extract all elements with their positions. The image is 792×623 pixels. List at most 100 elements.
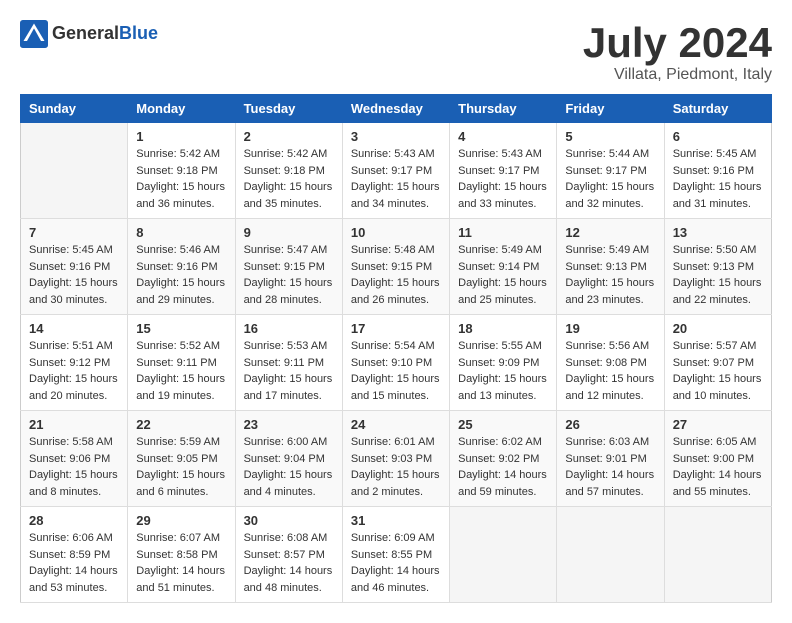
- cell-line: Sunrise: 5:50 AM: [673, 242, 763, 259]
- cell-line: Sunset: 9:09 PM: [458, 355, 548, 372]
- cell-line: Sunrise: 5:43 AM: [351, 146, 441, 163]
- cell-line: Daylight: 15 hours: [351, 467, 441, 484]
- cell-line: Daylight: 15 hours: [136, 179, 226, 196]
- cell-line: Daylight: 15 hours: [244, 275, 334, 292]
- cell-line: Daylight: 15 hours: [351, 371, 441, 388]
- cell-line: and 46 minutes.: [351, 580, 441, 597]
- calendar-cell: 19 Sunrise: 5:56 AMSunset: 9:08 PMDayligh…: [557, 315, 664, 411]
- cell-line: Sunset: 9:04 PM: [244, 451, 334, 468]
- cell-line: Sunset: 9:14 PM: [458, 259, 548, 276]
- header-sunday: Sunday: [21, 95, 128, 123]
- day-number: 18: [458, 321, 548, 336]
- cell-line: Sunrise: 6:08 AM: [244, 530, 334, 547]
- cell-line: Sunset: 9:05 PM: [136, 451, 226, 468]
- day-number: 25: [458, 417, 548, 432]
- cell-line: Sunset: 9:15 PM: [351, 259, 441, 276]
- cell-line: Sunrise: 5:51 AM: [29, 338, 119, 355]
- day-number: 13: [673, 225, 763, 240]
- day-number: 19: [565, 321, 655, 336]
- cell-line: Sunset: 9:18 PM: [244, 163, 334, 180]
- cell-line: and 6 minutes.: [136, 484, 226, 501]
- day-number: 10: [351, 225, 441, 240]
- calendar-cell: 16Sunrise: 5:53 AMSunset: 9:11 PMDayligh…: [235, 315, 342, 411]
- cell-line: and 48 minutes.: [244, 580, 334, 597]
- cell-line: Sunrise: 5:49 AM: [458, 242, 548, 259]
- cell-line: Sunset: 9:12 PM: [29, 355, 119, 372]
- cell-line: Sunrise: 5:44 AM: [565, 146, 655, 163]
- cell-line: Sunrise: 5:56 AM: [565, 338, 655, 355]
- cell-line: Sunset: 9:02 PM: [458, 451, 548, 468]
- cell-line: and 57 minutes.: [565, 484, 655, 501]
- cell-line: Sunset: 9:06 PM: [29, 451, 119, 468]
- cell-line: Daylight: 14 hours: [565, 467, 655, 484]
- day-number: 30: [244, 513, 334, 528]
- cell-line: Sunset: 9:16 PM: [673, 163, 763, 180]
- day-number: 21: [29, 417, 119, 432]
- cell-line: Daylight: 15 hours: [565, 371, 655, 388]
- cell-line: Sunset: 9:18 PM: [136, 163, 226, 180]
- cell-line: and 8 minutes.: [29, 484, 119, 501]
- cell-line: Sunrise: 6:03 AM: [565, 434, 655, 451]
- cell-line: and 10 minutes.: [673, 388, 763, 405]
- week-row-2: 7Sunrise: 5:45 AMSunset: 9:16 PMDaylight…: [21, 219, 772, 315]
- cell-line: and 51 minutes.: [136, 580, 226, 597]
- day-number: 14: [29, 321, 119, 336]
- day-number: 26: [565, 417, 655, 432]
- calendar-cell: 15Sunrise: 5:52 AMSunset: 9:11 PMDayligh…: [128, 315, 235, 411]
- cell-line: Daylight: 15 hours: [351, 179, 441, 196]
- week-row-3: 14Sunrise: 5:51 AMSunset: 9:12 PMDayligh…: [21, 315, 772, 411]
- cell-line: Sunset: 9:15 PM: [244, 259, 334, 276]
- day-number: 12: [565, 225, 655, 240]
- cell-line: Sunrise: 5:57 AM: [673, 338, 763, 355]
- cell-line: and 29 minutes.: [136, 292, 226, 309]
- cell-line: Sunset: 9:08 PM: [565, 355, 655, 372]
- calendar-cell: 11Sunrise: 5:49 AMSunset: 9:14 PMDayligh…: [450, 219, 557, 315]
- cell-line: Sunrise: 5:49 AM: [565, 242, 655, 259]
- calendar-cell: 5Sunrise: 5:44 AMSunset: 9:17 PMDaylight…: [557, 123, 664, 219]
- calendar-cell: 18Sunrise: 5:55 AMSunset: 9:09 PMDayligh…: [450, 315, 557, 411]
- cell-line: Sunset: 9:10 PM: [351, 355, 441, 372]
- cell-line: Sunrise: 6:00 AM: [244, 434, 334, 451]
- cell-line: and 23 minutes.: [565, 292, 655, 309]
- cell-line: and 20 minutes.: [29, 388, 119, 405]
- cell-line: Sunrise: 5:45 AM: [673, 146, 763, 163]
- cell-line: Daylight: 15 hours: [244, 371, 334, 388]
- day-number: 24: [351, 417, 441, 432]
- month-year-title: July 2024: [583, 20, 772, 66]
- header-monday: Monday: [128, 95, 235, 123]
- cell-line: Daylight: 15 hours: [565, 179, 655, 196]
- cell-line: and 35 minutes.: [244, 196, 334, 213]
- cell-line: Sunset: 8:55 PM: [351, 547, 441, 564]
- calendar-cell: 28Sunrise: 6:06 AMSunset: 8:59 PMDayligh…: [21, 507, 128, 603]
- calendar-cell: [664, 507, 771, 603]
- day-number: 28: [29, 513, 119, 528]
- cell-line: and 34 minutes.: [351, 196, 441, 213]
- cell-line: Sunrise: 5:46 AM: [136, 242, 226, 259]
- cell-line: Sunrise: 5:45 AM: [29, 242, 119, 259]
- cell-line: and 13 minutes.: [458, 388, 548, 405]
- cell-line: and 2 minutes.: [351, 484, 441, 501]
- cell-line: Sunset: 9:00 PM: [673, 451, 763, 468]
- calendar-cell: [450, 507, 557, 603]
- cell-line: Daylight: 15 hours: [351, 275, 441, 292]
- day-number: 3: [351, 129, 441, 144]
- calendar-cell: 21Sunrise: 5:58 AMSunset: 9:06 PMDayligh…: [21, 411, 128, 507]
- cell-line: Sunset: 8:58 PM: [136, 547, 226, 564]
- logo-blue: Blue: [119, 23, 158, 43]
- cell-line: Daylight: 14 hours: [351, 563, 441, 580]
- cell-line: Sunset: 9:16 PM: [29, 259, 119, 276]
- cell-line: Daylight: 15 hours: [29, 371, 119, 388]
- day-number: 29: [136, 513, 226, 528]
- day-number: 8: [136, 225, 226, 240]
- cell-line: Sunset: 9:07 PM: [673, 355, 763, 372]
- cell-line: and 28 minutes.: [244, 292, 334, 309]
- cell-line: Daylight: 15 hours: [458, 275, 548, 292]
- calendar-table: SundayMondayTuesdayWednesdayThursdayFrid…: [20, 94, 772, 603]
- cell-line: Daylight: 15 hours: [565, 275, 655, 292]
- cell-line: Sunset: 9:17 PM: [351, 163, 441, 180]
- calendar-cell: [557, 507, 664, 603]
- cell-line: and 19 minutes.: [136, 388, 226, 405]
- calendar-cell: 14 Sunrise: 5:51 AMSunset: 9:12 PMDayligh…: [21, 315, 128, 411]
- cell-line: and 32 minutes.: [565, 196, 655, 213]
- logo-general: General: [52, 23, 119, 43]
